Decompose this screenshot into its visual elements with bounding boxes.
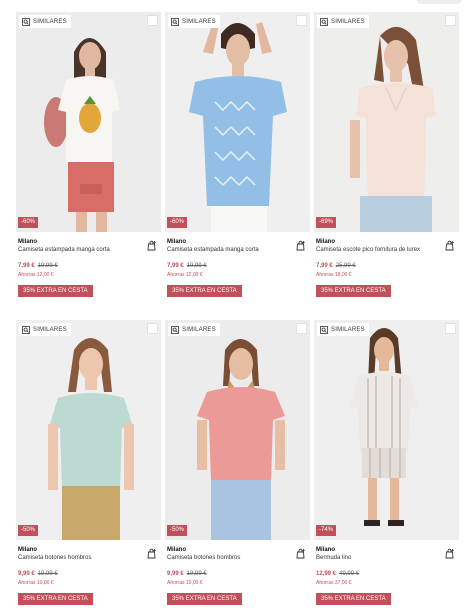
add-to-bag-icon[interactable]: [147, 548, 157, 559]
model-photo: [189, 22, 287, 232]
current-price: 7,99 €: [316, 263, 333, 269]
add-to-bag-icon[interactable]: [445, 548, 455, 559]
promo-badge: 35% EXTRA EN CESTA: [167, 593, 242, 605]
discount-badge: -50%: [18, 525, 39, 536]
favorite-checkbox[interactable]: [147, 15, 158, 26]
similares-label: SIMILARES: [331, 18, 365, 25]
product-name[interactable]: Bermuda lino: [316, 554, 457, 562]
similar-search-icon: [22, 17, 30, 26]
current-price: 7,99 €: [167, 263, 184, 269]
product-name[interactable]: Camiseta botones hombros: [167, 554, 308, 562]
product-card[interactable]: SIMILARES -74% Milano Bermuda lino 12,99…: [314, 320, 459, 612]
discount-badge: -60%: [167, 217, 188, 228]
similar-search-icon: [171, 325, 179, 334]
similares-label: SIMILARES: [33, 326, 67, 333]
product-image[interactable]: SIMILARES -50%: [16, 320, 161, 540]
product-name[interactable]: Camiseta escote pico fornitura de lurex: [316, 246, 457, 254]
similares-label: SIMILARES: [331, 326, 365, 333]
favorite-checkbox[interactable]: [147, 323, 158, 334]
product-brand: Milano: [316, 547, 335, 553]
promo-badge: 35% EXTRA EN CESTA: [18, 285, 93, 297]
original-price: 19,99 €: [37, 571, 58, 577]
product-name[interactable]: Camiseta estampada manga corta: [167, 246, 308, 254]
product-image[interactable]: SIMILARES -50%: [165, 320, 310, 540]
product-image[interactable]: SIMILARES -60%: [165, 12, 310, 232]
original-price: 49,99 €: [339, 571, 360, 577]
discount-badge: -69%: [316, 217, 337, 228]
product-card[interactable]: SIMILARES -50% Milano Camiseta botones h…: [165, 320, 310, 612]
similares-button[interactable]: SIMILARES: [19, 15, 71, 28]
model-photo: [197, 339, 285, 540]
add-to-bag-icon[interactable]: [147, 240, 157, 251]
discount-badge: -74%: [316, 525, 337, 536]
favorite-checkbox[interactable]: [445, 323, 456, 334]
promo-badge: 35% EXTRA EN CESTA: [167, 285, 242, 297]
savings-text: Ahorras 18,00 €: [316, 272, 352, 278]
current-price: 9,99 €: [167, 571, 184, 577]
savings-text: Ahorras 12,00 €: [167, 272, 203, 278]
savings-text: Ahorras 10,00 €: [167, 580, 203, 586]
original-price: 25,99 €: [335, 263, 356, 269]
savings-text: Ahorras 37,00 €: [316, 580, 352, 586]
original-price: 19,99 €: [186, 263, 207, 269]
similares-button[interactable]: SIMILARES: [168, 323, 220, 336]
product-grid: SIMILARES -60% Milano Camiseta estampada…: [16, 12, 459, 612]
product-card[interactable]: SIMILARES -69% Milano Camiseta escote pi…: [314, 12, 459, 304]
similares-label: SIMILARES: [33, 18, 67, 25]
product-name[interactable]: Camiseta estampada manga corta: [18, 246, 159, 254]
similares-label: SIMILARES: [182, 326, 216, 333]
product-card[interactable]: SIMILARES -60% Milano Camiseta estampada…: [165, 12, 310, 304]
product-brand: Milano: [167, 547, 186, 553]
original-price: 19,99 €: [37, 263, 58, 269]
similar-search-icon: [320, 325, 328, 334]
favorite-checkbox[interactable]: [296, 15, 307, 26]
product-brand: Milano: [18, 547, 37, 553]
discount-badge: -50%: [167, 525, 188, 536]
similar-search-icon: [22, 325, 30, 334]
similares-label: SIMILARES: [182, 18, 216, 25]
product-brand: Milano: [316, 239, 335, 245]
product-name[interactable]: Camiseta botones hombros: [18, 554, 159, 562]
promo-badge: 35% EXTRA EN CESTA: [18, 593, 93, 605]
discount-badge: -60%: [18, 217, 39, 228]
product-image[interactable]: SIMILARES -69%: [314, 12, 459, 232]
promo-badge: 35% EXTRA EN CESTA: [316, 593, 391, 605]
similar-search-icon: [171, 17, 179, 26]
top-scroll-indicator: [417, 0, 461, 4]
savings-text: Ahorras 12,00 €: [18, 272, 54, 278]
add-to-bag-icon[interactable]: [296, 240, 306, 251]
similar-search-icon: [320, 17, 328, 26]
product-brand: Milano: [18, 239, 37, 245]
product-image[interactable]: SIMILARES -60%: [16, 12, 161, 232]
similares-button[interactable]: SIMILARES: [317, 15, 369, 28]
model-photo: [48, 338, 134, 540]
similares-button[interactable]: SIMILARES: [168, 15, 220, 28]
savings-text: Ahorras 10,00 €: [18, 580, 54, 586]
similares-button[interactable]: SIMILARES: [19, 323, 71, 336]
current-price: 9,99 €: [18, 571, 35, 577]
product-card[interactable]: SIMILARES -60% Milano Camiseta estampada…: [16, 12, 161, 304]
current-price: 7,99 €: [18, 263, 35, 269]
model-photo: [350, 26, 436, 232]
current-price: 12,99 €: [316, 571, 337, 577]
original-price: 19,99 €: [186, 571, 207, 577]
model-photo: [350, 328, 418, 526]
product-image[interactable]: SIMILARES -74%: [314, 320, 459, 540]
product-card[interactable]: SIMILARES -50% Milano Camiseta botones h…: [16, 320, 161, 612]
add-to-bag-icon[interactable]: [296, 548, 306, 559]
favorite-checkbox[interactable]: [445, 15, 456, 26]
add-to-bag-icon[interactable]: [445, 240, 455, 251]
favorite-checkbox[interactable]: [296, 323, 307, 334]
similares-button[interactable]: SIMILARES: [317, 323, 369, 336]
promo-badge: 35% EXTRA EN CESTA: [316, 285, 391, 297]
product-brand: Milano: [167, 239, 186, 245]
model-photo: [44, 38, 120, 232]
